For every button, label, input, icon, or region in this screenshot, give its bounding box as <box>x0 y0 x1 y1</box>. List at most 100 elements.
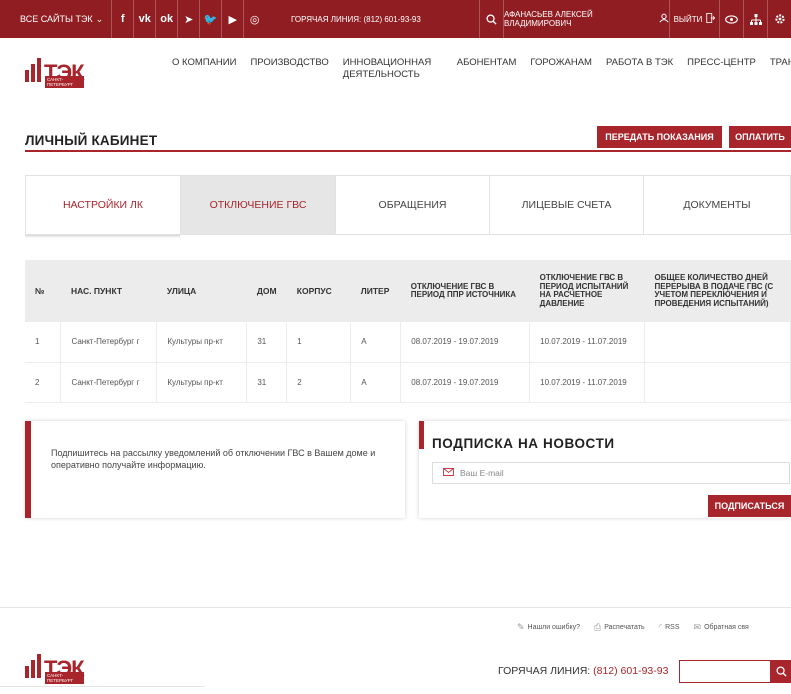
table-cell: 31 <box>246 322 288 363</box>
facebook-icon[interactable]: f <box>111 0 133 38</box>
tab-hot-water-outage[interactable]: ОТКЛЮЧЕНИЕ ГВС <box>181 176 336 234</box>
nav-transport[interactable]: ТРАНСПОР <box>770 57 791 81</box>
topbar-hotline[interactable]: ГОРЯЧАЯ ЛИНИЯ: (812) 601-93-93 <box>291 0 421 38</box>
envelope-icon: ✉ <box>693 622 702 632</box>
logout-button[interactable]: ВЫЙТИ <box>669 0 719 38</box>
table-cell: 10.07.2019 - 11.07.2019 <box>529 362 646 403</box>
printer-icon: ⎙ <box>594 622 602 632</box>
hotline-number[interactable]: (812) 601-93-93 <box>593 665 668 677</box>
user-name: АФАНАСЬЕВ АЛЕКСЕЙ ВЛАДИМИРОВИЧ <box>504 10 593 28</box>
footer-bottom-divider <box>0 686 205 687</box>
twitter-icon[interactable]: 🐦 <box>199 0 221 38</box>
tab-accounts[interactable]: ЛИЦЕВЫЕ СЧЕТА <box>490 176 644 234</box>
nav-press-center[interactable]: ПРЕСС-ЦЕНТР <box>687 57 756 81</box>
logo-subtitle: САНКТ-ПЕТЕРБУРГ <box>45 672 84 684</box>
nav-careers[interactable]: РАБОТА В ТЭК <box>606 57 673 81</box>
table-cell: Культуры пр-кт <box>156 322 248 363</box>
nav-innovation[interactable]: ИННОВАЦИОННАЯ ДЕЯТЕЛЬНОСТЬ <box>343 57 443 81</box>
col-header: КОРПУС <box>286 260 351 322</box>
nav-citizens[interactable]: ГОРОЖАНАМ <box>530 57 592 81</box>
tab-documents[interactable]: ДОКУМЕНТЫ <box>644 176 790 234</box>
col-header: ОТКЛЮЧЕНИЕ ГВС В ПЕРИОД ППР ИСТОЧНИКА <box>400 260 530 322</box>
odnoklassniki-icon[interactable]: ok <box>155 0 177 38</box>
col-header: ЛИТЕР <box>350 260 401 322</box>
eye-icon[interactable] <box>719 0 743 38</box>
accent-bar <box>419 421 424 449</box>
print-link[interactable]: ⎙ Распечатать <box>594 622 645 633</box>
email-placeholder: Ваш E-mail <box>460 468 504 478</box>
user-profile-link[interactable]: АФАНАСЬЕВ АЛЕКСЕЙ ВЛАДИМИРОВИЧ <box>503 0 669 38</box>
all-sites-dropdown[interactable]: ВСЕ САЙТЫ ТЭК ⌄ <box>20 14 111 25</box>
all-sites-label: ВСЕ САЙТЫ ТЭК <box>20 14 93 24</box>
logo-mark <box>25 654 41 678</box>
table-cell: Санкт-Петербург г <box>60 322 158 363</box>
footer-link-label: RSS <box>665 624 680 631</box>
footer-divider <box>0 607 791 608</box>
notice-text: Подпишитесь на рассылку уведомлений об о… <box>51 448 376 470</box>
table-cell: 1 <box>25 322 62 363</box>
footer-search-input[interactable] <box>679 660 771 683</box>
col-header: ОБЩЕЕ КОЛИЧЕСТВО ДНЕЙ ПЕРЕРЫВА В ПОДАЧЕ … <box>644 260 791 322</box>
hotline-label: ГОРЯЧАЯ ЛИНИЯ: <box>498 665 591 677</box>
table-cell: 2 <box>25 362 62 403</box>
nav-subscribers[interactable]: АБОНЕНТАМ <box>457 57 517 81</box>
rss-icon: ◜ <box>658 622 663 632</box>
envelope-icon <box>443 468 454 478</box>
col-header: НАС. ПУНКТ <box>60 260 157 322</box>
title-divider <box>25 150 791 152</box>
page-title: ЛИЧНЫЙ КАБИНЕТ <box>25 133 158 148</box>
table-cell: 31 <box>246 362 288 403</box>
sitemap-icon[interactable] <box>743 0 767 38</box>
submit-readings-button[interactable]: ПЕРЕДАТЬ ПОКАЗАНИЯ <box>597 126 722 148</box>
nav-about[interactable]: О КОМПАНИИ <box>172 57 236 81</box>
outage-table: № НАС. ПУНКТ УЛИЦА ДОМ КОРПУС ЛИТЕР ОТКЛ… <box>25 260 791 403</box>
table-cell: А <box>350 362 402 403</box>
table-cell: 08.07.2019 - 19.07.2019 <box>400 322 531 363</box>
youtube-icon[interactable]: ▶ <box>221 0 243 38</box>
report-error-link[interactable]: ✎ Нашли ошибку? <box>517 622 580 633</box>
nav-production[interactable]: ПРОИЗВОДСТВО <box>250 57 328 81</box>
search-icon[interactable] <box>771 660 791 683</box>
feedback-link[interactable]: ✉ Обратная свя <box>694 622 749 633</box>
logo-subtitle: САНКТ-ПЕТЕРБУРГ <box>45 76 84 88</box>
search-icon[interactable] <box>479 0 503 38</box>
footer-logo[interactable]: ТЭК САНКТ-ПЕТЕРБУРГ <box>25 650 85 684</box>
vk-icon[interactable]: vk <box>133 0 155 38</box>
col-header: № <box>25 260 61 322</box>
subscription-notice: Подпишитесь на рассылку уведомлений об о… <box>25 421 405 518</box>
cabinet-tabs: НАСТРОЙКИ ЛК ОТКЛЮЧЕНИЕ ГВС ОБРАЩЕНИЯ ЛИ… <box>25 175 791 235</box>
footer-links: ✎ Нашли ошибку? ⎙ Распечатать ◜ RSS ✉ Обратная … <box>517 622 749 633</box>
company-logo[interactable]: ТЭК САНКТ-ПЕТЕРБУРГ <box>25 54 85 88</box>
table-cell: 2 <box>286 362 352 403</box>
table-cell: 1 <box>286 322 352 363</box>
rss-link[interactable]: ◜ RSS <box>659 622 680 633</box>
col-header: УЛИЦА <box>156 260 247 322</box>
table-cell: Санкт-Петербург г <box>60 362 158 403</box>
tab-label: ОТКЛЮЧЕНИЕ ГВС <box>209 199 307 211</box>
subscribe-button[interactable]: ПОДПИСАТЬСЯ <box>708 495 791 517</box>
instagram-icon[interactable]: ◎ <box>243 0 265 38</box>
footer-link-label: Распечатать <box>604 624 645 631</box>
logout-label: ВЫЙТИ <box>673 14 703 24</box>
gear-icon[interactable] <box>767 0 791 38</box>
table-row: 2 Санкт-Петербург г Культуры пр-кт 31 2 А 08.0… <box>25 362 791 403</box>
table-cell <box>644 322 791 363</box>
logo-mark <box>25 58 41 82</box>
pay-button[interactable]: ОПЛАТИТЬ <box>729 126 791 148</box>
table-header-row: № НАС. ПУНКТ УЛИЦА ДОМ КОРПУС ЛИТЕР ОТКЛ… <box>25 260 791 322</box>
tab-label: ОБРАЩЕНИЯ <box>378 199 447 211</box>
footer-hotline: ГОРЯЧАЯ ЛИНИЯ: (812) 601-93-93 <box>498 665 668 677</box>
pencil-icon: ✎ <box>517 622 525 632</box>
col-header: ОТКЛЮЧЕНИЕ ГВС В ПЕРИОД ИСПЫТАНИЙ НА РАС… <box>529 260 645 322</box>
tab-requests[interactable]: ОБРАЩЕНИЯ <box>336 176 490 234</box>
user-icon <box>659 13 669 25</box>
telegram-icon[interactable]: ➤ <box>177 0 199 38</box>
tab-label: ДОКУМЕНТЫ <box>683 199 751 211</box>
table-cell: А <box>350 322 402 363</box>
col-header: ДОМ <box>246 260 287 322</box>
logout-icon <box>706 13 716 25</box>
email-field[interactable]: Ваш E-mail <box>432 462 790 484</box>
tab-settings[interactable]: НАСТРОЙКИ ЛК <box>26 176 181 234</box>
table-row: 1 Санкт-Петербург г Культуры пр-кт 31 1 А 08.0… <box>25 322 791 363</box>
table-cell <box>644 362 791 403</box>
